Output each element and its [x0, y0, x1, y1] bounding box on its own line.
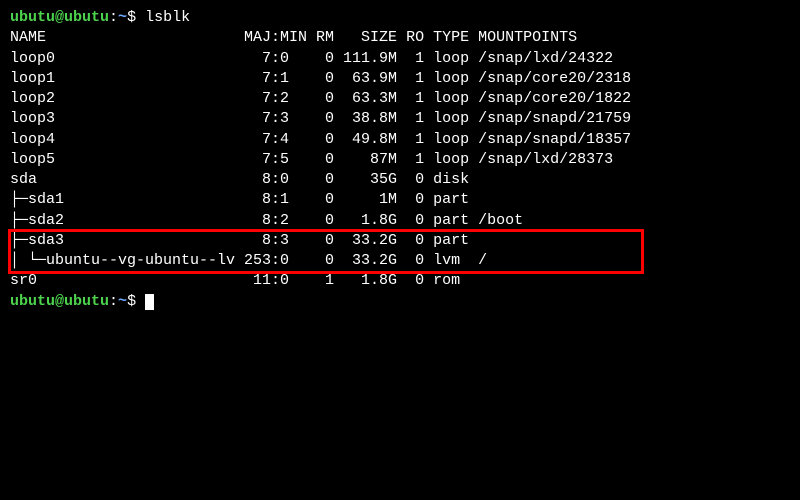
table-row: loop5 7:5 0 87M 1 loop /snap/lxd/28373: [10, 150, 790, 170]
table-row: ├─sda2 8:2 0 1.8G 0 part /boot: [10, 211, 790, 231]
table-row: loop1 7:1 0 63.9M 1 loop /snap/core20/23…: [10, 69, 790, 89]
table-row: sda 8:0 0 35G 0 disk: [10, 170, 790, 190]
cwd-path: ~: [118, 9, 127, 26]
table-row: loop4 7:4 0 49.8M 1 loop /snap/snapd/183…: [10, 130, 790, 150]
table-row: ├─sda1 8:1 0 1M 0 part: [10, 190, 790, 210]
typed-command: lsblk: [145, 9, 190, 26]
table-row: loop3 7:3 0 38.8M 1 loop /snap/snapd/217…: [10, 109, 790, 129]
user-host: ubutu@ubutu: [10, 9, 109, 26]
dollar-sign: $: [127, 9, 145, 26]
user-host: ubutu@ubutu: [10, 293, 109, 310]
prompt-line-1[interactable]: ubutu@ubutu:~$ lsblk: [10, 8, 790, 28]
lsblk-header: NAME MAJ:MIN RM SIZE RO TYPE MOUNTPOINTS: [10, 28, 790, 48]
table-row: │ └─ubuntu--vg-ubuntu--lv 253:0 0 33.2G …: [10, 251, 790, 271]
dollar-sign: $: [127, 293, 145, 310]
cwd-path: ~: [118, 293, 127, 310]
colon: :: [109, 293, 118, 310]
colon: :: [109, 9, 118, 26]
table-row: sr0 11:0 1 1.8G 0 rom: [10, 271, 790, 291]
cursor-icon: [145, 294, 154, 310]
table-row: ├─sda3 8:3 0 33.2G 0 part: [10, 231, 790, 251]
table-row: loop2 7:2 0 63.3M 1 loop /snap/core20/18…: [10, 89, 790, 109]
table-row: loop0 7:0 0 111.9M 1 loop /snap/lxd/2432…: [10, 49, 790, 69]
prompt-line-2[interactable]: ubutu@ubutu:~$: [10, 292, 790, 312]
